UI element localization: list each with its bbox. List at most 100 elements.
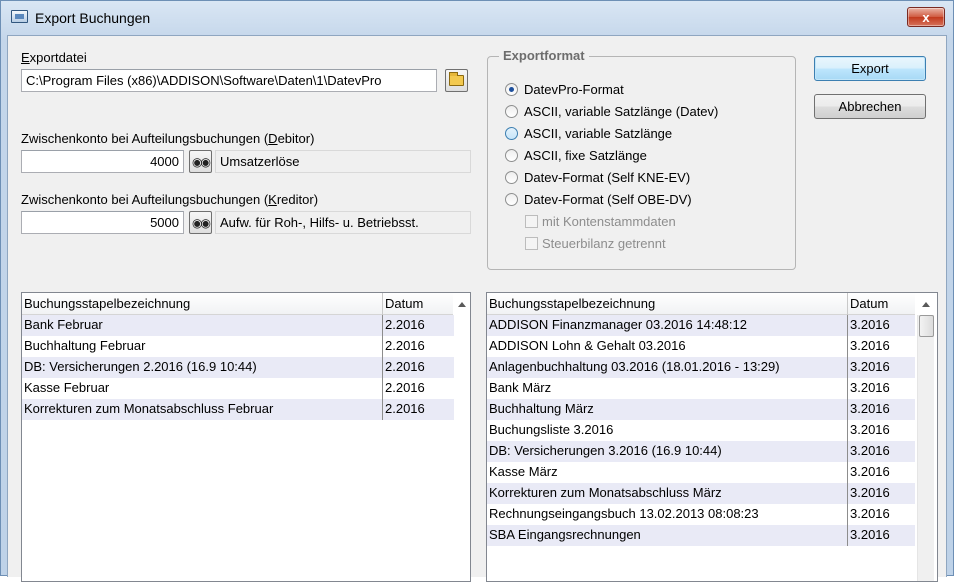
column-header-bezeichnung[interactable]: Buchungsstapelbezeichnung [22, 293, 383, 315]
checkbox-steuerbilanz[interactable]: Steuerbilanz getrennt [525, 236, 666, 251]
batch-date-cell: 3.2016 [850, 359, 890, 374]
batch-date-cell: 3.2016 [850, 506, 890, 521]
folder-icon [449, 72, 464, 86]
checkbox-label: Steuerbilanz getrennt [542, 236, 666, 251]
batch-name-cell: ADDISON Lohn & Gehalt 03.2016 [487, 336, 848, 357]
batch-name-cell: Buchhaltung Februar [22, 336, 383, 357]
debitor-account-description: Umsatzerlöse [215, 150, 471, 173]
radio-label: Datev-Format (Self KNE-EV) [524, 170, 691, 185]
debitor-search-button[interactable]: ◉◉ [189, 150, 212, 173]
table-row[interactable]: Korrekturen zum Monatsabschluss März 3.20… [487, 483, 915, 504]
kreditor-label-post: reditor) [276, 192, 319, 207]
batch-name-cell: Bank März [487, 378, 848, 399]
table-row[interactable]: Bank Februar 2.2016 [22, 315, 454, 336]
table-row[interactable]: Buchhaltung März 3.2016 [487, 399, 915, 420]
kreditor-account-input[interactable]: 5000 [21, 211, 184, 234]
window-icon [11, 10, 28, 23]
left-list-header: Buchungsstapelbezeichnung Datum [22, 293, 454, 315]
batch-name-cell: ADDISON Finanzmanager 03.2016 14:48:12 [487, 315, 848, 336]
table-row[interactable]: SBA Eingangsrechnungen 3.2016 [487, 525, 915, 546]
right-list-header: Buchungsstapelbezeichnung Datum [487, 293, 915, 315]
radio-icon [505, 193, 518, 206]
radio-ascii-fixed[interactable]: ASCII, fixe Satzlänge [505, 148, 647, 163]
table-row[interactable]: Anlagenbuchhaltung 03.2016 (18.01.2016 -… [487, 357, 915, 378]
batch-date-cell: 2.2016 [385, 338, 425, 353]
radio-label: Datev-Format (Self OBE-DV) [524, 192, 692, 207]
table-row[interactable]: Buchungsliste 3.2016 3.2016 [487, 420, 915, 441]
close-button[interactable]: x [907, 7, 945, 27]
radio-datev-kne-ev[interactable]: Datev-Format (Self KNE-EV) [505, 170, 690, 185]
checkbox-icon [525, 215, 538, 228]
batch-name-cell: Rechnungseingangsbuch 13.02.2013 08:08:2… [487, 504, 848, 525]
batch-name-cell: Kasse März [487, 462, 848, 483]
exportfile-input[interactable]: C:\Program Files (x86)\ADDISON\Software\… [21, 69, 437, 92]
radio-label: ASCII, fixe Satzlänge [524, 148, 647, 163]
table-row[interactable]: Buchhaltung Februar 2.2016 [22, 336, 454, 357]
kreditor-search-button[interactable]: ◉◉ [189, 211, 212, 234]
right-scroll-up-button[interactable] [917, 293, 934, 315]
debitor-label-accel: D [268, 131, 278, 146]
batch-name-cell: DB: Versicherungen 2.2016 (16.9 10:44) [22, 357, 383, 378]
batch-date-cell: 3.2016 [850, 401, 890, 416]
left-list-rows: Bank Februar 2.2016 Buchhaltung Februar 2.2… [22, 315, 454, 420]
batch-date-cell: 3.2016 [850, 338, 890, 353]
radio-icon [505, 149, 518, 162]
debitor-label-post: ebitor) [277, 131, 315, 146]
radio-icon [505, 171, 518, 184]
batch-name-cell: Korrekturen zum Monatsabschluss Februar [22, 399, 383, 420]
cancel-button[interactable]: Abbrechen [814, 94, 926, 119]
table-row[interactable]: DB: Versicherungen 3.2016 (16.9 10:44) 3.… [487, 441, 915, 462]
left-scroll-up-button[interactable] [453, 293, 470, 315]
debitor-label-pre: Zwischenkonto bei Aufteilungsbuchungen ( [21, 131, 269, 146]
table-row[interactable]: ADDISON Finanzmanager 03.2016 14:48:12 3.… [487, 315, 915, 336]
right-vertical-scrollbar[interactable] [917, 315, 934, 581]
column-header-datum[interactable]: Datum [383, 293, 454, 315]
batch-name-cell: Buchungsliste 3.2016 [487, 420, 848, 441]
checkbox-kontenstammdaten[interactable]: mit Kontenstammdaten [525, 214, 676, 229]
debitor-account-input[interactable]: 4000 [21, 150, 184, 173]
exportfile-label: Exportdatei [21, 50, 87, 65]
batch-date-cell: 3.2016 [850, 380, 890, 395]
batch-date-cell: 2.2016 [385, 317, 425, 332]
radio-label: ASCII, variable Satzlänge [524, 126, 673, 141]
batch-date-cell: 3.2016 [850, 317, 890, 332]
radio-ascii-variable[interactable]: ASCII, variable Satzlänge [505, 126, 672, 141]
chevron-up-icon [921, 301, 930, 307]
kreditor-label: Zwischenkonto bei Aufteilungsbuchungen (… [21, 192, 318, 207]
radio-label: ASCII, variable Satzlänge (Datev) [524, 104, 719, 119]
table-row[interactable]: Bank März 3.2016 [487, 378, 915, 399]
radio-datev-obe-dv[interactable]: Datev-Format (Self OBE-DV) [505, 192, 692, 207]
table-row[interactable]: Kasse März 3.2016 [487, 462, 915, 483]
radio-datevpro[interactable]: DatevPro-Format [505, 82, 624, 97]
exportfile-label-text: xportdatei [29, 50, 87, 65]
column-header-datum[interactable]: Datum [848, 293, 915, 315]
right-list-rows: ADDISON Finanzmanager 03.2016 14:48:12 3.… [487, 315, 915, 546]
table-row[interactable]: DB: Versicherungen 2.2016 (16.9 10:44) 2.… [22, 357, 454, 378]
batch-date-cell: 3.2016 [850, 443, 890, 458]
right-batch-list[interactable]: Buchungsstapelbezeichnung Datum ADDISON … [486, 292, 938, 582]
table-row[interactable]: ADDISON Lohn & Gehalt 03.2016 3.2016 [487, 336, 915, 357]
dialog-body: Exportdatei C:\Program Files (x86)\ADDIS… [7, 35, 947, 582]
debitor-label: Zwischenkonto bei Aufteilungsbuchungen (… [21, 131, 314, 146]
export-button[interactable]: Export [814, 56, 926, 81]
right-scroll-thumb[interactable] [919, 315, 934, 337]
table-row[interactable]: Kasse Februar 2.2016 [22, 378, 454, 399]
browse-folder-button[interactable] [445, 69, 468, 92]
column-header-bezeichnung[interactable]: Buchungsstapelbezeichnung [487, 293, 848, 315]
radio-ascii-variable-datev[interactable]: ASCII, variable Satzlänge (Datev) [505, 104, 718, 119]
batch-name-cell: Anlagenbuchhaltung 03.2016 (18.01.2016 -… [487, 357, 848, 378]
binoculars-icon: ◉◉ [192, 154, 211, 169]
exportformat-legend: Exportformat [499, 48, 589, 63]
left-batch-list[interactable]: Buchungsstapelbezeichnung Datum Bank Feb… [21, 292, 471, 582]
radio-selected-icon [505, 83, 518, 96]
table-row[interactable]: Korrekturen zum Monatsabschluss Februar 2… [22, 399, 454, 420]
title-bar[interactable]: Export Buchungen x [1, 1, 953, 35]
batch-date-cell: 3.2016 [850, 464, 890, 479]
table-row[interactable]: Rechnungseingangsbuch 13.02.2013 08:08:2… [487, 504, 915, 525]
batch-name-cell: SBA Eingangsrechnungen [487, 525, 848, 546]
window-title: Export Buchungen [35, 10, 151, 26]
exportfile-label-accel: E [21, 50, 30, 65]
batch-date-cell: 2.2016 [385, 380, 425, 395]
export-dialog: Export Buchungen x Exportdatei C:\Progra… [0, 0, 954, 582]
batch-name-cell: Bank Februar [22, 315, 383, 336]
